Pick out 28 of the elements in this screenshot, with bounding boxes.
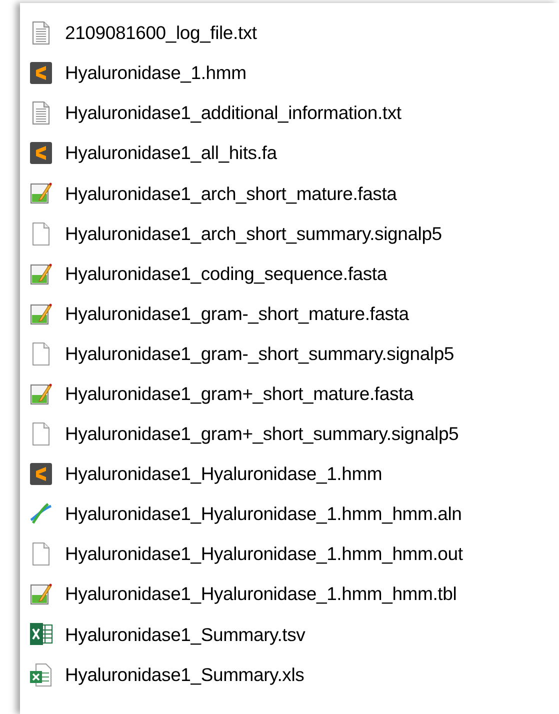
file-name[interactable]: Hyaluronidase_1.hmm xyxy=(65,59,246,88)
notepad-pencil-icon xyxy=(29,302,53,326)
code-editor-icon xyxy=(29,462,53,486)
file-name[interactable]: Hyaluronidase1_all_hits.fa xyxy=(65,139,277,168)
file-name[interactable]: Hyaluronidase1_Summary.tsv xyxy=(65,620,306,648)
file-name[interactable]: Hyaluronidase1_Hyaluronidase_1.hmm xyxy=(65,460,382,488)
spreadsheet-file-icon xyxy=(29,662,53,687)
notepad-pencil-icon xyxy=(29,582,53,606)
file-name[interactable]: Hyaluronidase1_gram-_short_summary.signalp5 xyxy=(65,340,454,368)
file-name[interactable]: Hyaluronidase1_gram+_short_summary.signalp5 xyxy=(65,420,459,448)
file-name[interactable]: Hyaluronidase1_Hyaluronidase_1.hmm_hmm.out xyxy=(65,540,463,568)
file-name[interactable]: Hyaluronidase1_arch_short_summary.signalp5 xyxy=(65,220,442,248)
alignment-icon xyxy=(29,502,53,526)
file-name[interactable]: Hyaluronidase1_gram+_short_mature.fasta xyxy=(65,380,414,408)
spreadsheet-icon xyxy=(29,622,53,646)
file-name[interactable]: Hyaluronidase1_gram-_short_mature.fasta xyxy=(65,300,409,328)
file-name[interactable]: Hyaluronidase1_Hyaluronidase_1.hmm_hmm.aln xyxy=(65,500,462,528)
file-name[interactable]: Hyaluronidase1_arch_short_mature.fasta xyxy=(65,180,397,208)
notepad-pencil-icon xyxy=(29,262,53,286)
file-name[interactable]: Hyaluronidase1_Summary.xls xyxy=(65,660,304,688)
code-editor-icon xyxy=(29,141,53,166)
notepad-pencil-icon xyxy=(29,181,53,206)
file-name[interactable]: Hyaluronidase1_coding_sequence.fasta xyxy=(65,260,387,288)
file-name[interactable]: Hyaluronidase1_Hyaluronidase_1.hmm_hmm.tbl xyxy=(65,580,457,608)
file-name[interactable]: Hyaluronidase1_additional_information.txt xyxy=(65,99,402,128)
file-name[interactable]: 2109081600_log_file.txt xyxy=(65,19,257,47)
notepad-pencil-icon xyxy=(29,382,53,406)
code-editor-icon xyxy=(29,61,53,86)
